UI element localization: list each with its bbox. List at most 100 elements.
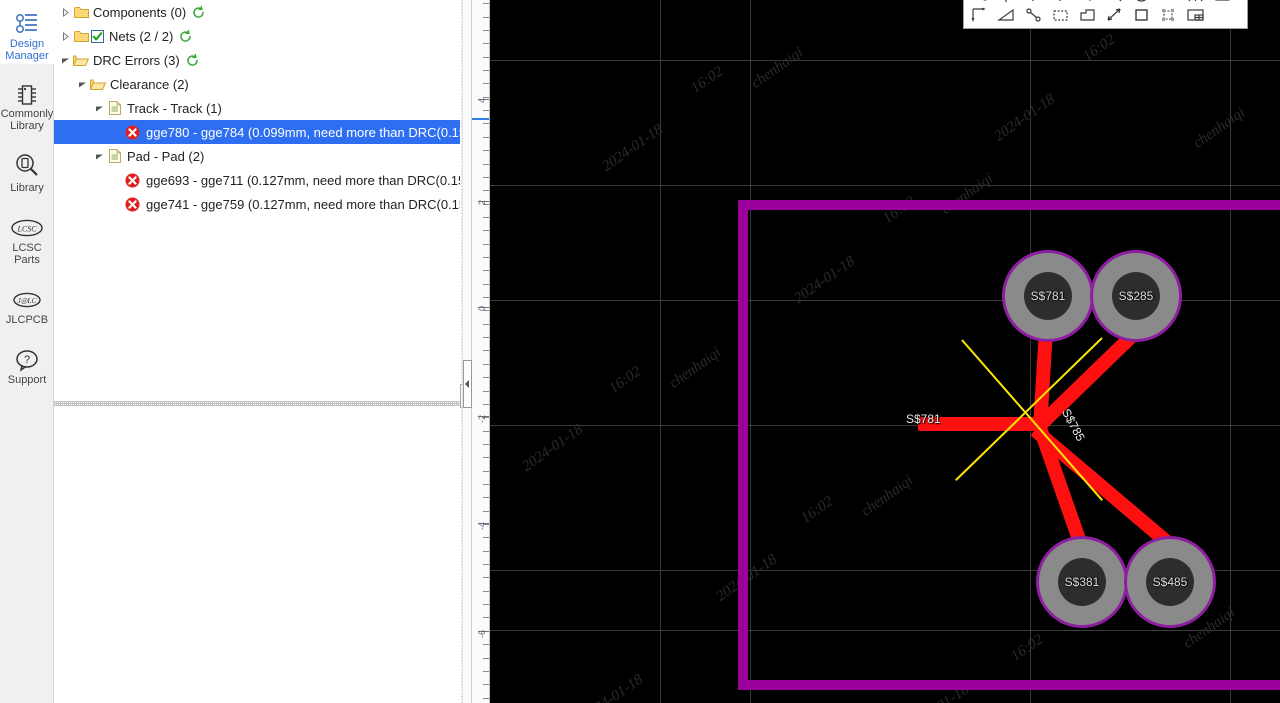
- watermark-text: 2024-01-18: [991, 91, 1058, 145]
- drawing-tools-toolbar[interactable]: [963, 0, 1248, 29]
- ruler-minor-tick: [483, 591, 489, 592]
- ruler-minor-tick: [483, 377, 489, 378]
- refresh-icon[interactable]: [192, 5, 205, 19]
- panel-collapse-handle[interactable]: [463, 360, 472, 408]
- collapse-arrow-icon: [465, 380, 469, 388]
- nets-checkbox[interactable]: [90, 24, 105, 48]
- tree-row-label: Pad - Pad (2): [127, 148, 205, 164]
- toolbar-dashed-rect-select-icon[interactable]: [1047, 5, 1074, 25]
- toolbar-two-point-line-icon[interactable]: [1020, 5, 1047, 25]
- tree-row-err-gge780[interactable]: gge780 - gge784 (0.099mm, need more than…: [54, 120, 460, 144]
- toolbar-rect-dimension-icon[interactable]: [1209, 0, 1236, 5]
- ruler-minor-tick: [483, 137, 489, 138]
- pcb-canvas[interactable]: 2024-01-18 16:02 2024-01-18 16:02 chenhaiqi c…: [490, 0, 1280, 703]
- tree-row-drc-errors[interactable]: DRC Errors (3): [54, 48, 460, 72]
- document-icon: [106, 96, 124, 120]
- tree-row-track-track[interactable]: Track - Track (1): [54, 96, 460, 120]
- ruler-minor-tick: [483, 217, 489, 218]
- toolbar-group-select-icon[interactable]: [1155, 5, 1182, 25]
- vertical-ruler[interactable]: 4 2 0 -2 -4 -6: [472, 0, 490, 703]
- pad-label: S$285: [1118, 289, 1154, 303]
- ruler-cursor-marker: [472, 118, 489, 120]
- tree-row-label: Components (0): [93, 4, 187, 20]
- ruler-minor-tick: [483, 164, 489, 165]
- ruler-minor-tick: [483, 698, 489, 699]
- ruler-minor-tick: [483, 604, 489, 605]
- ruler-minor-tick: [483, 70, 489, 71]
- pcb-pad[interactable]: S$485: [1124, 536, 1216, 628]
- ruler-minor-tick: [483, 444, 489, 445]
- ruler-minor-tick: [483, 484, 489, 485]
- jlcpcb-icon: J◎LC: [7, 286, 47, 314]
- watermark-text: chenhaiqi: [666, 344, 725, 392]
- design-tree: Components (0) Nets (2 / 2) DRC Errors (3)…: [54, 0, 460, 400]
- ruler-minor-tick: [483, 110, 489, 111]
- rail-item-commonly-library[interactable]: Commonly Library: [0, 64, 54, 134]
- tree-row-pad-pad[interactable]: Pad - Pad (2): [54, 144, 460, 168]
- rail-item-design-manager[interactable]: Design Manager: [0, 0, 54, 64]
- tree-row-components[interactable]: Components (0): [54, 0, 460, 24]
- chevron-down-icon[interactable]: [75, 72, 89, 96]
- pcb-pad[interactable]: S$381: [1036, 536, 1128, 628]
- toolbar-angle-tool-icon[interactable]: [993, 5, 1020, 25]
- ruler-minor-tick: [483, 257, 489, 258]
- rail-item-label: Design Manager: [5, 38, 49, 62]
- ruler-minor-tick: [483, 537, 489, 538]
- refresh-icon[interactable]: [186, 53, 199, 67]
- chevron-right-icon[interactable]: [58, 0, 72, 24]
- chevron-down-icon[interactable]: [92, 96, 106, 120]
- rail-item-label: LCSC Parts: [12, 242, 42, 266]
- watermark-text: 2024-01-18: [579, 671, 646, 703]
- rail-item-library[interactable]: Library: [0, 134, 54, 196]
- tree-row-clearance[interactable]: Clearance (2): [54, 72, 460, 96]
- chevron-down-icon[interactable]: [92, 144, 106, 168]
- toolbar-diagonal-measure-icon[interactable]: [1101, 5, 1128, 25]
- watermark-text: chenhaiqi: [1190, 104, 1249, 152]
- tree-horizontal-scrollbar[interactable]: [54, 396, 460, 410]
- tree-hscroll-track[interactable]: [54, 401, 460, 406]
- toolbar-corner-dimension-icon[interactable]: [966, 5, 993, 25]
- tree-row-nets[interactable]: Nets (2 / 2): [54, 24, 460, 48]
- chevron-right-icon[interactable]: [58, 24, 72, 48]
- pad-hole: S$781: [1023, 271, 1073, 321]
- ruler-minor-tick: [483, 337, 489, 338]
- pad-label: S$485: [1152, 575, 1188, 589]
- ruler-label: 4: [477, 98, 487, 104]
- panel-splitter[interactable]: [462, 0, 472, 703]
- rail-item-jlcpcb[interactable]: J◎LC JLCPCB: [0, 268, 54, 328]
- lcsc-icon: LCSC: [7, 214, 47, 242]
- ruler-minor-tick: [483, 404, 489, 405]
- toolbar-row-2: [966, 5, 1245, 25]
- tree-row-err-gge741[interactable]: gge741 - gge759 (0.127mm, need more than…: [54, 192, 460, 216]
- toolbar-polygon-shape-icon[interactable]: [1074, 5, 1101, 25]
- watermark-text: 16:02: [688, 63, 727, 97]
- pcb-pad[interactable]: S$285: [1090, 250, 1182, 342]
- folder-open-icon: [89, 72, 107, 96]
- ruler-label: -6: [477, 630, 487, 639]
- pcb-pad[interactable]: S$781: [1002, 250, 1094, 342]
- rail-item-support[interactable]: ? Support: [0, 328, 54, 388]
- question-icon: ?: [7, 346, 47, 374]
- chevron-down-icon[interactable]: [58, 48, 72, 72]
- toolbar-table-insert-icon[interactable]: [1182, 5, 1209, 25]
- ruler-label: -2: [477, 415, 487, 424]
- ruler-minor-tick: [483, 564, 489, 565]
- ruler-minor-tick: [483, 123, 489, 124]
- watermark-text: chenhaiqi: [748, 44, 807, 92]
- folder-closed-icon: [72, 24, 90, 48]
- ruler-minor-tick: [483, 150, 489, 151]
- ruler-minor-tick: [483, 617, 489, 618]
- pad-label: S$381: [1064, 575, 1100, 589]
- ruler-label: 0: [477, 306, 487, 312]
- ruler-minor-tick: [483, 577, 489, 578]
- ruler-minor-tick: [483, 284, 489, 285]
- toolbar-rectangle-icon[interactable]: [1128, 5, 1155, 25]
- rail-item-lcsc-parts[interactable]: LCSC LCSC Parts: [0, 196, 54, 268]
- ruler-minor-tick: [483, 230, 489, 231]
- refresh-icon[interactable]: [179, 29, 192, 43]
- svg-text:?: ?: [24, 354, 30, 366]
- document-icon: [106, 144, 124, 168]
- tree-row-err-gge693[interactable]: gge693 - gge711 (0.127mm, need more than…: [54, 168, 460, 192]
